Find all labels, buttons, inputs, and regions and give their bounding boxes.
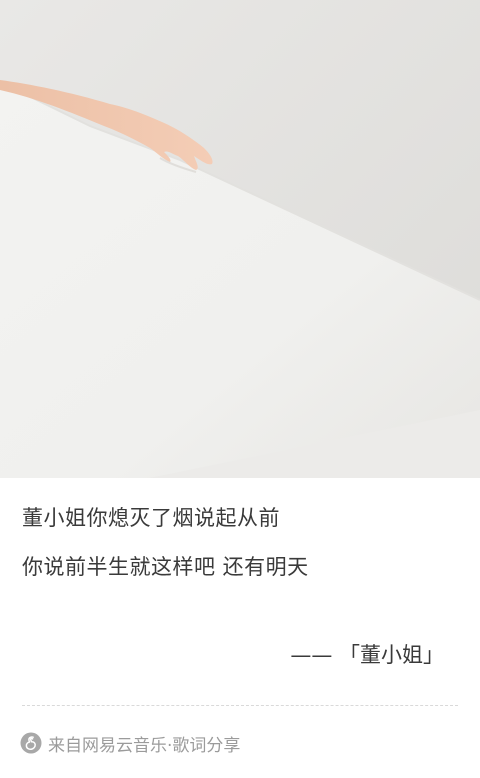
dashed-divider: [22, 705, 458, 706]
netease-cloud-music-logo-icon: [20, 732, 42, 754]
cover-photo-illustration: [0, 0, 480, 478]
cover-photo: [0, 0, 480, 478]
lyrics-block: 董小姐你熄灭了烟说起从前 你说前半生就这样吧 还有明天: [22, 503, 458, 582]
lyric-line: 董小姐你熄灭了烟说起从前: [22, 506, 280, 530]
share-footer: 来自网易云音乐·歌词分享: [20, 730, 240, 756]
lyric-line: 你说前半生就这样吧 还有明天: [22, 555, 309, 579]
share-source-text: 来自网易云音乐·歌词分享: [48, 735, 241, 756]
lyric-share-card: 董小姐你熄灭了烟说起从前 你说前半生就这样吧 还有明天 —— 「董小姐」 来自网…: [0, 0, 480, 778]
song-attribution: —— 「董小姐」: [290, 643, 444, 667]
